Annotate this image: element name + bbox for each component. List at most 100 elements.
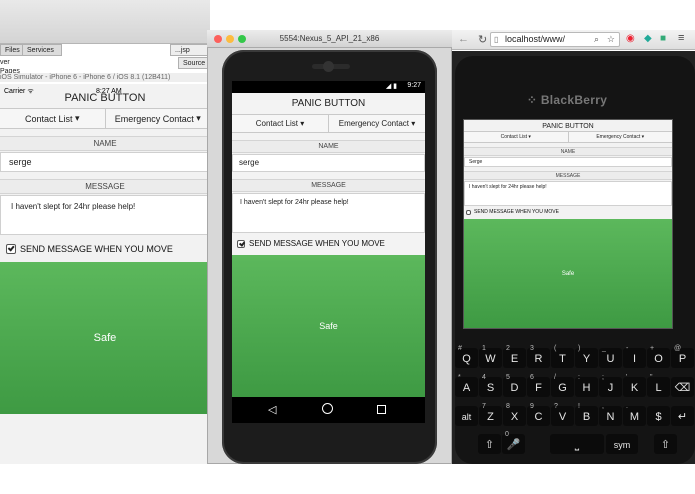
key-label: R (534, 353, 543, 365)
keyboard-key[interactable]: ) Y (575, 345, 598, 368)
key-alt-label: ? (554, 403, 558, 410)
recents-icon[interactable] (377, 405, 386, 414)
key-alt-label: _ (602, 345, 606, 352)
contact-list-button[interactable]: Contact List ▾ (464, 132, 569, 142)
contact-list-button[interactable]: Contact List ▾ (232, 115, 329, 132)
keyboard-key[interactable]: 1W (479, 345, 502, 368)
emergency-contact-button[interactable]: Emergency Contact ▾ (329, 115, 425, 132)
name-field[interactable]: Serge (464, 157, 672, 167)
message-field[interactable]: I haven't slept for 24hr please help! (0, 195, 210, 235)
keyboard-key[interactable]: -I (623, 345, 646, 368)
emergency-contact-button[interactable]: Emergency Contact ▾ (569, 132, 673, 142)
key-alt-label: / (554, 374, 556, 381)
key-label: N (606, 411, 615, 423)
ide-tab-services[interactable]: Services (22, 44, 62, 56)
key-alt-label: . (626, 403, 628, 410)
keyboard-key[interactable]: ? V (551, 403, 574, 426)
move-checkbox[interactable] (466, 209, 471, 215)
keyboard-key[interactable]: 0 🎤 (502, 431, 525, 454)
keyboard-key[interactable]: ' K (623, 374, 646, 397)
move-checkbox[interactable] (6, 244, 16, 254)
key-alt-label: 8 (506, 403, 510, 410)
keyboard-key[interactable]: _ U (599, 345, 622, 368)
extension-icon[interactable]: ■ (660, 33, 666, 44)
caret-down-icon: ▾ (640, 134, 645, 140)
signal-icon: ◢ ▮ (385, 83, 397, 90)
bookmark-star-icon[interactable]: ☆ (607, 33, 615, 46)
bb-button-bar: Contact List ▾ Emergency Contact ▾ (464, 131, 672, 143)
keyboard-key[interactable]: :H (575, 374, 598, 397)
keyboard-key[interactable]: 7Z (479, 403, 502, 426)
key-label: H (582, 382, 591, 394)
ide-side-text: ver (0, 59, 10, 66)
home-icon[interactable] (322, 403, 333, 414)
keyboard-key[interactable]: 5D (503, 374, 526, 397)
key-label: L (655, 382, 662, 394)
keyboard-key[interactable]: ↵ (671, 406, 694, 426)
keyboard-key[interactable]: alt (455, 406, 478, 426)
contact-list-button[interactable]: Contact List ▾ (0, 109, 106, 128)
keyboard-key[interactable]: # Q (455, 345, 478, 368)
opera-icon[interactable]: ◉ (626, 33, 635, 44)
key-alt-label: - (626, 345, 629, 352)
emergency-contact-button[interactable]: Emergency Contact ▾ (106, 109, 211, 128)
key-label: F (535, 382, 542, 394)
message-field[interactable]: I haven't slept for 24hr please help! (464, 181, 672, 206)
keyboard-key[interactable]: $ (647, 406, 670, 426)
keyboard-key[interactable]: ⎵ (550, 434, 604, 454)
keyboard-key[interactable]: 8X (503, 403, 526, 426)
move-checkbox[interactable] (237, 239, 245, 248)
move-checkbox-label: SEND MESSAGE WHEN YOU MOVE (20, 244, 173, 254)
keyboard-key[interactable]: / G (551, 374, 574, 397)
key-label: X (510, 411, 519, 423)
move-checkbox-row[interactable]: SEND MESSAGE WHEN YOU MOVE (6, 244, 173, 254)
keyboard-key[interactable]: " L (647, 374, 670, 397)
name-label: NAME (0, 136, 210, 151)
safe-button[interactable]: Safe (0, 262, 210, 414)
keyboard-key[interactable]: @ P (671, 345, 694, 368)
keyboard-key[interactable]: 4S (479, 374, 502, 397)
key-label: I (632, 353, 637, 365)
keyboard-key[interactable]: 6F (527, 374, 550, 397)
keyboard-key[interactable]: ! B (575, 403, 598, 426)
keyboard-key[interactable]: 9C (527, 403, 550, 426)
keyboard-key[interactable]: ; J (599, 374, 622, 397)
key-alt-label: ! (578, 403, 580, 410)
key-label: U (606, 353, 615, 365)
keyboard-key[interactable]: + O (647, 345, 670, 368)
keyboard-key[interactable]: ⇧ (478, 434, 501, 454)
message-field[interactable]: I haven't slept for 24hr please help! (232, 193, 425, 233)
extension-icon[interactable]: ◆ (644, 33, 652, 44)
keyboard-key[interactable]: ⌫ (671, 377, 694, 397)
ide-source-tab[interactable]: Source (178, 57, 210, 69)
safe-button[interactable]: Safe (464, 219, 672, 328)
key-label: C (534, 411, 543, 423)
caret-down-icon: ▾ (72, 113, 80, 123)
key-label: ↵ (677, 411, 688, 423)
keyboard-key[interactable]: .M (623, 403, 646, 426)
safe-button[interactable]: Safe (232, 255, 425, 397)
menu-icon[interactable]: ≡ (678, 32, 684, 44)
keyboard-key[interactable]: 3R (527, 345, 550, 368)
move-checkbox-label: SEND MESSAGE WHEN YOU MOVE (474, 209, 559, 215)
search-icon[interactable]: ⌕ (594, 33, 599, 46)
reload-icon[interactable]: ↻ (478, 33, 487, 46)
back-icon[interactable]: ◁ (268, 403, 276, 416)
ide-tab-jsp[interactable]: ...jsp (170, 44, 210, 56)
android-window-title: 5554:Nexus_5_API_21_x86 (279, 34, 380, 43)
name-field[interactable]: serge (0, 152, 210, 172)
keyboard-key[interactable]: (T (551, 345, 574, 368)
url-input[interactable]: ▯ localhost/www/ ⌕ ☆ (490, 32, 620, 47)
keyboard-key[interactable]: ⇧ (654, 434, 677, 454)
back-arrow-icon[interactable]: ← (458, 33, 469, 45)
move-checkbox-row[interactable]: SEND MESSAGE WHEN YOU MOVE (237, 239, 385, 248)
name-field[interactable]: serge (232, 154, 425, 172)
keyboard-key[interactable]: * A (455, 374, 478, 397)
key-label: ⇧ (660, 439, 671, 451)
keyboard-key[interactable]: sym (606, 434, 638, 454)
move-checkbox-row[interactable]: SEND MESSAGE WHEN YOU MOVE (466, 209, 559, 215)
keyboard-key[interactable]: ,N (599, 403, 622, 426)
app-title: PANIC BUTTON (542, 123, 594, 130)
keyboard-key[interactable]: 2E (503, 345, 526, 368)
key-label: K (630, 382, 639, 394)
